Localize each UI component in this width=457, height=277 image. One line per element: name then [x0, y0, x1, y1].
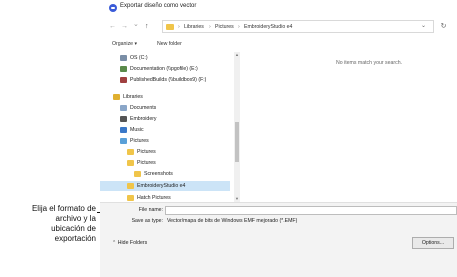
savetype-label: Save as type: — [131, 218, 163, 224]
sidebar-item-pictures-library[interactable]: Pictures — [100, 136, 230, 146]
filename-input[interactable] — [165, 206, 457, 215]
breadcrumb-separator: › — [209, 24, 211, 30]
folder-icon — [166, 24, 174, 30]
sidebar-item-music[interactable]: Music — [100, 125, 230, 135]
navigation-pane: OS (C:) Documentation (\\pgofile) (E:) P… — [100, 52, 238, 202]
library-icon — [120, 116, 127, 122]
breadcrumb-pictures[interactable]: Pictures — [215, 24, 234, 30]
callout-line-3: ubicación de — [51, 224, 96, 233]
sidebar-item-hatch-pictures[interactable]: Hatch Pictures — [100, 193, 230, 202]
sidebar-item-publishedbuilds[interactable]: PublishedBuilds (\\buildbox9) (F:) — [100, 75, 230, 85]
network-drive-icon — [120, 77, 127, 83]
folder-icon — [127, 160, 134, 166]
breadcrumb-embroiderystudio[interactable]: EmbroideryStudio e4 — [244, 24, 292, 30]
folder-icon — [134, 171, 141, 177]
breadcrumb-libraries[interactable]: Libraries — [184, 24, 204, 30]
sidebar-item-documentation[interactable]: Documentation (\\pgofile) (E:) — [100, 64, 230, 74]
pictures-icon — [120, 138, 127, 144]
sidebar-item-os-c[interactable]: OS (C:) — [100, 53, 230, 63]
address-bar[interactable]: › Libraries › Pictures › EmbroideryStudi… — [162, 20, 434, 33]
libraries-icon — [113, 94, 120, 100]
callout-line-2: archivo y la — [55, 214, 96, 223]
documents-icon — [120, 105, 127, 111]
forward-button[interactable]: → — [121, 22, 128, 31]
app-icon — [109, 4, 117, 12]
window-title: Exportar diseño como vector — [120, 3, 197, 9]
sidebar-item-screenshots[interactable]: Screenshots — [100, 169, 230, 179]
refresh-icon[interactable]: ↻ — [437, 21, 450, 32]
sidebar-item-embroidery[interactable]: Embroidery — [100, 114, 230, 124]
network-drive-icon — [120, 66, 127, 72]
folder-icon — [127, 149, 134, 155]
savetype-select[interactable]: Vector/mapa de bits de Windows EMF mejor… — [167, 218, 297, 224]
hide-folders-button[interactable]: ⌃ Hide Folders — [112, 240, 147, 246]
organize-button[interactable]: Organize ▾ — [112, 41, 137, 47]
up-button[interactable]: ↑ — [145, 22, 149, 31]
scroll-thumb[interactable] — [235, 122, 239, 162]
folder-icon — [127, 195, 134, 201]
music-icon — [120, 127, 127, 133]
sidebar-item-libraries[interactable]: Libraries — [100, 92, 230, 102]
navigation-bar: ← → ⌄ ↑ › Libraries › Pictures › Embroid… — [100, 20, 457, 34]
sidebar-item-embroiderystudio-e4[interactable]: EmbroideryStudio e4 — [100, 181, 230, 191]
sidebar-item-pictures-1[interactable]: Pictures — [100, 147, 230, 157]
recent-locations-button[interactable]: ⌄ — [133, 20, 139, 29]
title-bar: Exportar diseño como vector — [100, 0, 457, 17]
sidebar-item-pictures-2[interactable]: Pictures — [100, 158, 230, 168]
callout-line-4: exportación — [54, 234, 96, 243]
drive-icon — [120, 55, 127, 61]
filename-label: File name: — [138, 207, 163, 213]
new-folder-button[interactable]: New folder — [157, 41, 182, 47]
breadcrumb-separator: › — [178, 24, 180, 30]
options-button[interactable]: Options... — [412, 237, 454, 249]
save-options-panel: File name: Save as type: Vector/mapa de … — [100, 202, 457, 277]
breadcrumb-separator: › — [238, 24, 240, 30]
folder-icon — [127, 183, 134, 189]
back-button[interactable]: ← — [109, 22, 116, 31]
sidebar-item-documents[interactable]: Documents — [100, 103, 230, 113]
callout-text: Elija el formato de archivo y la ubicaci… — [0, 204, 96, 244]
sidebar-scrollbar[interactable]: ▲ ▼ — [234, 52, 240, 202]
address-dropdown-icon[interactable]: ⌄ — [421, 22, 426, 29]
callout-line-1: Elija el formato de — [31, 204, 96, 213]
save-dialog: Exportar diseño como vector ← → ⌄ ↑ › Li… — [100, 0, 457, 277]
file-list-pane: No items match your search. — [241, 52, 457, 202]
scroll-up-icon[interactable]: ▲ — [234, 52, 240, 58]
empty-message: No items match your search. — [336, 60, 403, 66]
command-toolbar: Organize ▾ New folder — [100, 38, 457, 50]
